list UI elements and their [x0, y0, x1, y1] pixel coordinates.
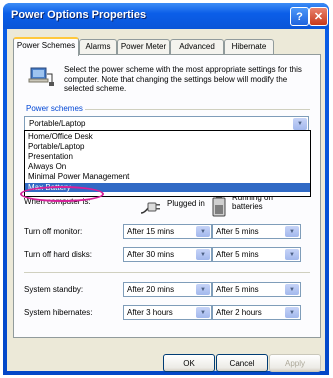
hard-disks-battery-select[interactable]: After 5 mins ▼ [212, 247, 301, 262]
chevron-down-icon[interactable]: ▼ [196, 307, 210, 318]
battery-icon [212, 196, 226, 217]
hard-disks-plugged-value: After 30 mins [127, 250, 175, 259]
tab-alarms[interactable]: Alarms [79, 39, 117, 54]
standby-battery-value: After 5 mins [216, 285, 259, 294]
plug-icon [140, 202, 160, 214]
cancel-button[interactable]: Cancel [216, 354, 268, 372]
apply-button: Apply [269, 354, 321, 372]
hibernate-plugged-value: After 3 hours [127, 308, 173, 317]
power-scheme-icon [28, 67, 54, 86]
power-options-window: Power Options Properties ? ✕ Power Schem… [3, 3, 329, 375]
settings-divider [24, 272, 310, 273]
tab-strip: Power Schemes Alarms Power Meter Advance… [13, 37, 321, 56]
tab-advanced[interactable]: Advanced [170, 39, 224, 54]
system-standby-label: System standby: [24, 285, 84, 294]
close-button[interactable]: ✕ [309, 7, 328, 26]
standby-plugged-select[interactable]: After 20 mins ▼ [123, 282, 212, 297]
window-title: Power Options Properties [11, 9, 147, 21]
plugged-in-label: Plugged in [167, 199, 205, 208]
chevron-down-icon[interactable]: ▼ [293, 118, 307, 130]
tab-power-schemes[interactable]: Power Schemes [13, 37, 79, 56]
monitor-plugged-select[interactable]: After 15 mins ▼ [123, 224, 212, 239]
tab-hibernate[interactable]: Hibernate [224, 39, 274, 54]
ok-button[interactable]: OK [163, 354, 215, 372]
chevron-down-icon[interactable]: ▼ [285, 226, 299, 237]
chevron-down-icon[interactable]: ▼ [196, 284, 210, 295]
chevron-down-icon[interactable]: ▼ [285, 284, 299, 295]
monitor-battery-select[interactable]: After 5 mins ▼ [212, 224, 301, 239]
hibernate-battery-value: After 2 hours [216, 308, 262, 317]
chevron-down-icon[interactable]: ▼ [285, 249, 299, 260]
tab-power-meter[interactable]: Power Meter [117, 39, 170, 54]
selected-scheme: Portable/Laptop [29, 119, 86, 128]
scheme-option-presentation[interactable]: Presentation [25, 152, 310, 161]
title-bar[interactable]: Power Options Properties ? ✕ [3, 3, 329, 29]
help-button[interactable]: ? [290, 7, 309, 26]
description-text: Select the power scheme with the most ap… [64, 65, 302, 93]
turn-off-monitor-label: Turn off monitor: [24, 227, 83, 236]
dialog-body: Power Schemes Alarms Power Meter Advance… [7, 29, 325, 372]
monitor-plugged-value: After 15 mins [127, 227, 175, 236]
annotation-oval [20, 186, 104, 202]
standby-battery-select[interactable]: After 5 mins ▼ [212, 282, 301, 297]
system-hibernates-label: System hibernates: [24, 308, 93, 317]
scheme-option-always-on[interactable]: Always On [25, 162, 310, 171]
power-schemes-label: Power schemes [24, 104, 85, 113]
hard-disks-plugged-select[interactable]: After 30 mins ▼ [123, 247, 212, 262]
turn-off-hard-disks-label: Turn off hard disks: [24, 250, 93, 259]
monitor-battery-value: After 5 mins [216, 227, 259, 236]
hard-disks-battery-value: After 5 mins [216, 250, 259, 259]
scheme-option-portable-laptop[interactable]: Portable/Laptop [25, 142, 310, 151]
hibernate-plugged-select[interactable]: After 3 hours ▼ [123, 305, 212, 320]
hibernate-battery-select[interactable]: After 2 hours ▼ [212, 305, 301, 320]
chevron-down-icon[interactable]: ▼ [196, 249, 210, 260]
standby-plugged-value: After 20 mins [127, 285, 175, 294]
scheme-option-minimal-power-management[interactable]: Minimal Power Management [25, 172, 310, 181]
chevron-down-icon[interactable]: ▼ [196, 226, 210, 237]
power-schemes-panel: Select the power scheme with the most ap… [13, 54, 321, 338]
scheme-option-home-office-desk[interactable]: Home/Office Desk [25, 132, 310, 141]
chevron-down-icon[interactable]: ▼ [285, 307, 299, 318]
